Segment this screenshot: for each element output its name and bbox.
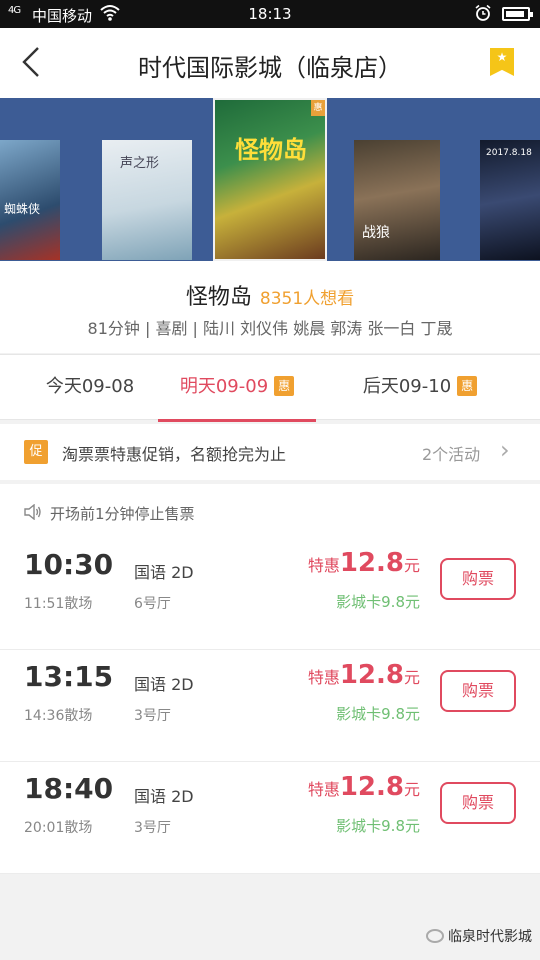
poster-item[interactable]: 蜘蛛侠 [0, 140, 60, 260]
price-unit: 元 [403, 780, 420, 799]
start-time: 18:40 [24, 772, 114, 805]
status-bar: 4G 中国移动 18:13 [0, 0, 540, 28]
back-icon[interactable] [14, 44, 50, 80]
card-price: 影城卡9.8元 [336, 593, 420, 611]
buy-ticket-button[interactable]: 购票 [440, 558, 516, 600]
end-time: 14:36散场 [24, 708, 93, 724]
tab-tomorrow[interactable]: 明天09-09 惠 [158, 355, 316, 422]
showtime-list: 10:30 11:51散场 国语 2D 6号厅 特惠12.8元 影城卡9.8元 … [0, 538, 540, 874]
poster-item[interactable]: 战狼 [354, 140, 440, 260]
end-time: 20:01散场 [24, 820, 93, 836]
language-format: 国语 2D [134, 563, 194, 582]
buy-ticket-button[interactable]: 购票 [440, 670, 516, 712]
movie-info: 怪物岛 8351人想看 81分钟 | 喜剧 | 陆川 刘仪伟 姚晨 郭涛 张一白 … [0, 261, 540, 353]
poster-item[interactable]: 2017.8.18 [480, 140, 540, 260]
price-value: 12.8 [339, 772, 404, 802]
card-price: 影城卡9.8元 [336, 817, 420, 835]
movie-heading: 怪物岛 8351人想看 [0, 279, 540, 311]
page-title: 时代国际影城（临泉店） [138, 54, 402, 82]
movie-meta: 81分钟 | 喜剧 | 陆川 刘仪伟 姚晨 郭涛 张一白 丁晟 [87, 319, 453, 338]
special-price: 特惠12.8元 [300, 548, 420, 578]
tab-label: 今天09-08 [45, 376, 135, 397]
poster-title: 怪物岛 [235, 136, 307, 164]
discount-badge: 惠 [311, 100, 325, 116]
price-unit: 元 [403, 556, 420, 575]
card-price: 影城卡9.8元 [336, 705, 420, 723]
language-format: 国语 2D [134, 675, 194, 694]
speaker-icon [24, 503, 42, 521]
promo-bar[interactable]: 促 淘票票特惠促销，名额抢完为止 2个活动 › [0, 424, 540, 480]
tab-today[interactable]: 今天09-08 [0, 355, 180, 421]
price-unit: 元 [403, 668, 420, 687]
special-price: 特惠12.8元 [300, 772, 420, 802]
poster-item-selected[interactable]: 怪物岛 惠 [213, 98, 327, 261]
wechat-icon [426, 929, 444, 943]
price-value: 12.8 [339, 548, 404, 578]
start-time: 10:30 [24, 548, 114, 581]
price-prefix: 特惠 [307, 556, 340, 575]
watermark-text: 临泉时代影城 [448, 929, 532, 945]
buy-ticket-button[interactable]: 购票 [440, 782, 516, 824]
tab-day-after[interactable]: 后天09-10 惠 [330, 355, 510, 421]
showtime-row: 10:30 11:51散场 国语 2D 6号厅 特惠12.8元 影城卡9.8元 … [0, 538, 540, 650]
hall-name: 3号厅 [134, 820, 171, 836]
date-tabs: 今天09-08 明天09-09 惠 后天09-10 惠 [0, 354, 540, 422]
start-time: 13:15 [24, 660, 114, 693]
hall-name: 3号厅 [134, 708, 171, 724]
price-prefix: 特惠 [307, 668, 340, 687]
showtime-row: 13:15 14:36散场 国语 2D 3号厅 特惠12.8元 影城卡9.8元 … [0, 650, 540, 762]
battery-icon [502, 7, 533, 21]
notice-text: 开场前1分钟停止售票 [50, 505, 195, 523]
poster-title: 战狼 [362, 225, 390, 241]
clock: 18:13 [248, 5, 292, 23]
favorite-icon[interactable]: ★ [490, 48, 514, 76]
want-count: 8351人想看 [259, 289, 355, 309]
poster-title: 2017.8.18 [486, 148, 532, 158]
alarm-icon [474, 4, 492, 26]
tab-label: 明天09-09 [179, 376, 269, 397]
movie-title: 怪物岛 [185, 285, 252, 310]
promo-icon: 促 [24, 440, 48, 464]
tab-label: 后天09-10 [362, 376, 452, 397]
watermark: 临泉时代影城 [426, 926, 532, 946]
price-prefix: 特惠 [307, 780, 340, 799]
page-header: 时代国际影城（临泉店） ★ [0, 28, 540, 98]
showtime-row: 18:40 20:01散场 国语 2D 3号厅 特惠12.8元 影城卡9.8元 … [0, 762, 540, 874]
promo-text: 淘票票特惠促销，名额抢完为止 [62, 445, 287, 464]
discount-badge: 惠 [274, 376, 295, 396]
poster-carousel[interactable]: 蜘蛛侠 声之形 怪物岛 惠 战狼 2017.8.18 [0, 98, 540, 261]
sales-notice: 开场前1分钟停止售票 [0, 484, 540, 538]
poster-title: 蜘蛛侠 [4, 202, 41, 216]
promo-count: 2个活动 [422, 445, 481, 464]
hall-name: 6号厅 [134, 596, 171, 612]
special-price: 特惠12.8元 [300, 660, 420, 690]
star-icon: ★ [496, 50, 508, 64]
poster-title: 声之形 [120, 156, 160, 171]
language-format: 国语 2D [134, 787, 194, 806]
chevron-right-icon: › [500, 436, 510, 464]
end-time: 11:51散场 [24, 596, 93, 612]
poster-item[interactable]: 声之形 [102, 140, 192, 260]
price-value: 12.8 [339, 660, 404, 690]
discount-badge: 惠 [457, 376, 478, 396]
